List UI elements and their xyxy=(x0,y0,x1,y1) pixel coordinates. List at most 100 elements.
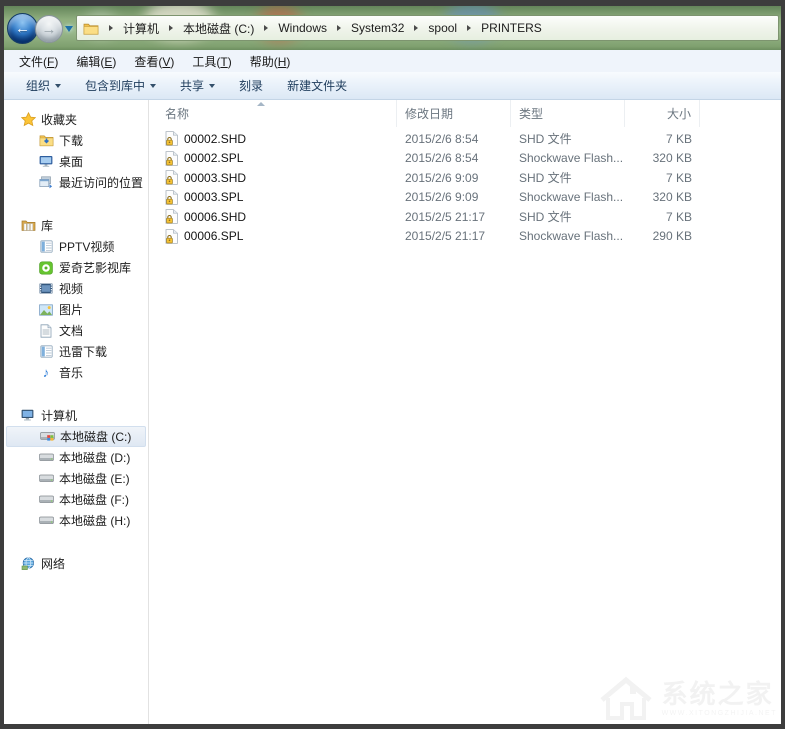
column-header-label: 名称 xyxy=(165,105,189,122)
computer-section: 计算机 xyxy=(4,405,148,531)
sidebar-item-thunder-downloads-library[interactable]: 迅雷下载 xyxy=(4,341,148,362)
sidebar-item-label: 下载 xyxy=(59,132,83,149)
column-header-size[interactable]: 大小 xyxy=(625,100,700,127)
menu-file[interactable]: 文件(F) xyxy=(10,53,67,70)
sidebar-item-iqiyi-library[interactable]: 爱奇艺影视库 xyxy=(4,257,148,278)
breadcrumb-local-disk-c[interactable]: 本地磁盘 (C:) xyxy=(181,18,256,39)
sidebar-item-label: 桌面 xyxy=(59,153,83,170)
sidebar-item-label: PPTV视频 xyxy=(59,238,114,255)
sidebar-item-local-disk-c[interactable]: 本地磁盘 (C:) xyxy=(6,426,146,447)
sidebar-item-network[interactable]: 网络 xyxy=(4,553,148,574)
include-in-library-button[interactable]: 包含到库中 xyxy=(73,77,168,94)
file-size: 7 KB xyxy=(625,132,700,146)
column-header-date-modified[interactable]: 修改日期 xyxy=(397,100,511,127)
screenshot-frame: ← → 计算机 本地磁盘 (C:) Windows xyxy=(0,0,785,729)
menu-label: 帮助( xyxy=(250,55,278,69)
menu-view[interactable]: 查看(V) xyxy=(125,53,183,70)
locked-file-icon xyxy=(165,190,178,205)
file-size: 320 KB xyxy=(625,190,700,204)
menu-tools[interactable]: 工具(T) xyxy=(183,53,240,70)
sidebar-item-local-disk-h[interactable]: 本地磁盘 (H:) xyxy=(4,510,148,531)
sidebar-item-pptv-video-library[interactable]: PPTV视频 xyxy=(4,236,148,257)
sidebar-item-label: 收藏夹 xyxy=(41,111,77,128)
sidebar-item-label: 文档 xyxy=(59,322,83,339)
sidebar-item-music[interactable]: ♪ 音乐 xyxy=(4,362,148,383)
sidebar-item-recent-places[interactable]: 最近访问的位置 xyxy=(4,172,148,193)
sidebar-item-local-disk-f[interactable]: 本地磁盘 (F:) xyxy=(4,489,148,510)
sidebar-item-label: 本地磁盘 (E:) xyxy=(59,470,130,487)
sidebar-item-computer[interactable]: 计算机 xyxy=(4,405,148,426)
sidebar-item-local-disk-d[interactable]: 本地磁盘 (D:) xyxy=(4,447,148,468)
file-row[interactable]: 00002.SPL 2015/2/6 8:54 Shockwave Flash.… xyxy=(149,149,781,169)
sidebar-item-documents[interactable]: 文档 xyxy=(4,320,148,341)
pictures-icon xyxy=(38,304,54,316)
sidebar-item-downloads[interactable]: 下载 xyxy=(4,130,148,151)
sidebar-item-libraries[interactable]: 库 xyxy=(4,215,148,236)
forward-button[interactable]: → xyxy=(35,15,63,43)
file-rows: 00002.SHD 2015/2/6 8:54 SHD 文件 7 KB 0000… xyxy=(149,129,781,246)
sidebar-item-videos[interactable]: 视频 xyxy=(4,278,148,299)
back-arrow-icon: ← xyxy=(15,21,30,36)
breadcrumb-separator-icon xyxy=(467,25,471,31)
breadcrumb-printers[interactable]: PRINTERS xyxy=(479,19,544,37)
menu-help[interactable]: 帮助(H) xyxy=(241,53,300,70)
column-header-filler xyxy=(700,100,781,127)
sidebar-item-label: 本地磁盘 (C:) xyxy=(60,428,131,445)
file-type: SHD 文件 xyxy=(511,169,625,186)
library-icon xyxy=(38,345,54,358)
chevron-down-icon xyxy=(55,84,61,88)
file-row[interactable]: 00003.SPL 2015/2/6 9:09 Shockwave Flash.… xyxy=(149,188,781,208)
breadcrumb-spool[interactable]: spool xyxy=(426,19,459,37)
column-header-name[interactable]: 名称 xyxy=(149,100,397,127)
breadcrumb-windows[interactable]: Windows xyxy=(276,19,329,37)
sidebar-item-favorites[interactable]: 收藏夹 xyxy=(4,109,148,130)
file-modified-date: 2015/2/6 9:09 xyxy=(397,190,511,204)
sidebar-item-desktop[interactable]: 桌面 xyxy=(4,151,148,172)
file-modified-date: 2015/2/5 21:17 xyxy=(397,210,511,224)
sidebar-item-label: 本地磁盘 (D:) xyxy=(59,449,130,466)
computer-icon xyxy=(20,409,36,422)
organize-button[interactable]: 组织 xyxy=(14,77,73,94)
sidebar-item-label: 爱奇艺影视库 xyxy=(59,259,131,276)
file-row[interactable]: 00003.SHD 2015/2/6 9:09 SHD 文件 7 KB xyxy=(149,168,781,188)
navigation-pane: 收藏夹 下载 xyxy=(4,100,149,724)
back-button[interactable]: ← xyxy=(7,13,38,44)
new-folder-button[interactable]: 新建文件夹 xyxy=(275,77,359,94)
breadcrumb-separator-icon xyxy=(264,25,268,31)
network-icon xyxy=(20,557,36,571)
locked-file-icon xyxy=(165,209,178,224)
share-button[interactable]: 共享 xyxy=(168,77,227,94)
column-header-type[interactable]: 类型 xyxy=(511,100,625,127)
menu-label: ) xyxy=(112,55,116,69)
library-icon xyxy=(38,240,54,253)
menu-edit[interactable]: 编辑(E) xyxy=(67,53,125,70)
recent-pages-dropdown[interactable] xyxy=(65,26,73,32)
chevron-down-icon xyxy=(150,84,156,88)
burn-button[interactable]: 刻录 xyxy=(227,77,275,94)
desktop-icon xyxy=(38,155,54,168)
content-area: 收藏夹 下载 xyxy=(4,100,781,724)
libraries-section: 库 PPTV视频 xyxy=(4,215,148,383)
sidebar-item-label: 音乐 xyxy=(59,364,83,381)
file-name: 00002.SHD xyxy=(184,132,246,146)
file-modified-date: 2015/2/6 8:54 xyxy=(397,132,511,146)
file-name: 00003.SPL xyxy=(184,190,243,204)
column-header-label: 类型 xyxy=(519,105,543,122)
sidebar-item-label: 库 xyxy=(41,217,53,234)
sidebar-item-local-disk-e[interactable]: 本地磁盘 (E:) xyxy=(4,468,148,489)
sidebar-item-label: 网络 xyxy=(41,555,65,572)
column-header-label: 修改日期 xyxy=(405,105,453,122)
sidebar-item-pictures[interactable]: 图片 xyxy=(4,299,148,320)
file-row[interactable]: 00002.SHD 2015/2/6 8:54 SHD 文件 7 KB xyxy=(149,129,781,149)
file-name: 00006.SHD xyxy=(184,210,246,224)
address-bar[interactable]: 计算机 本地磁盘 (C:) Windows System32 spool PRI… xyxy=(76,15,779,41)
file-row[interactable]: 00006.SPL 2015/2/5 21:17 Shockwave Flash… xyxy=(149,227,781,247)
drive-icon xyxy=(38,514,54,527)
file-size: 290 KB xyxy=(625,229,700,243)
file-row[interactable]: 00006.SHD 2015/2/5 21:17 SHD 文件 7 KB xyxy=(149,207,781,227)
breadcrumb-computer[interactable]: 计算机 xyxy=(121,18,161,39)
menu-label: ) xyxy=(286,55,290,69)
breadcrumb-separator-icon xyxy=(337,25,341,31)
breadcrumb-separator-icon xyxy=(169,25,173,31)
breadcrumb-system32[interactable]: System32 xyxy=(349,19,406,37)
